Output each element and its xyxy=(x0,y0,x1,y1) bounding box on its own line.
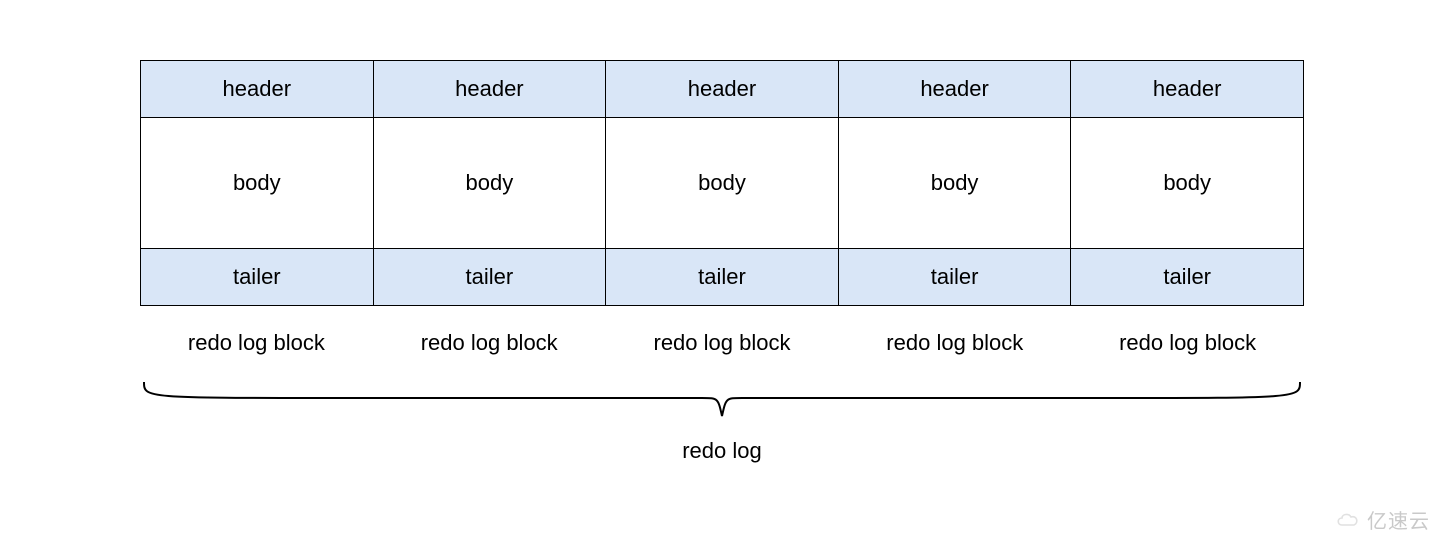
block-caption: redo log block xyxy=(606,330,839,356)
block-tailer: tailer xyxy=(605,248,839,306)
block-body: body xyxy=(605,118,839,248)
block-tailer: tailer xyxy=(140,248,374,306)
redo-log-diagram: header header header header header body … xyxy=(140,60,1304,464)
block-header: header xyxy=(605,60,839,118)
header-label: header xyxy=(688,76,757,102)
body-label: body xyxy=(1163,170,1211,196)
watermark: 亿速云 xyxy=(1335,505,1430,534)
block-caption-row: redo log block redo log block redo log b… xyxy=(140,330,1304,356)
block-header: header xyxy=(140,60,374,118)
header-row: header header header header header xyxy=(140,60,1304,118)
body-label: body xyxy=(233,170,281,196)
body-label: body xyxy=(931,170,979,196)
header-label: header xyxy=(455,76,524,102)
header-label: header xyxy=(223,76,292,102)
block-tailer: tailer xyxy=(1070,248,1304,306)
brace-icon xyxy=(140,380,1304,420)
curly-brace xyxy=(140,380,1304,420)
block-caption: redo log block xyxy=(838,330,1071,356)
block-caption: redo log block xyxy=(1071,330,1304,356)
block-tailer: tailer xyxy=(838,248,1072,306)
body-label: body xyxy=(698,170,746,196)
block-caption: redo log block xyxy=(140,330,373,356)
block-body: body xyxy=(1070,118,1304,248)
block-header: header xyxy=(1070,60,1304,118)
header-label: header xyxy=(1153,76,1222,102)
block-caption: redo log block xyxy=(373,330,606,356)
block-body: body xyxy=(373,118,607,248)
block-header: header xyxy=(373,60,607,118)
block-tailer: tailer xyxy=(373,248,607,306)
cloud-icon xyxy=(1335,511,1361,529)
body-row: body body body body body xyxy=(140,118,1304,248)
tailer-label: tailer xyxy=(466,264,514,290)
block-header: header xyxy=(838,60,1072,118)
tailer-label: tailer xyxy=(698,264,746,290)
tailer-label: tailer xyxy=(1163,264,1211,290)
tailer-label: tailer xyxy=(931,264,979,290)
tailer-label: tailer xyxy=(233,264,281,290)
body-label: body xyxy=(466,170,514,196)
block-body: body xyxy=(140,118,374,248)
tailer-row: tailer tailer tailer tailer tailer xyxy=(140,248,1304,306)
watermark-text: 亿速云 xyxy=(1367,505,1430,534)
overall-label: redo log xyxy=(140,438,1304,464)
block-body: body xyxy=(838,118,1072,248)
header-label: header xyxy=(920,76,989,102)
